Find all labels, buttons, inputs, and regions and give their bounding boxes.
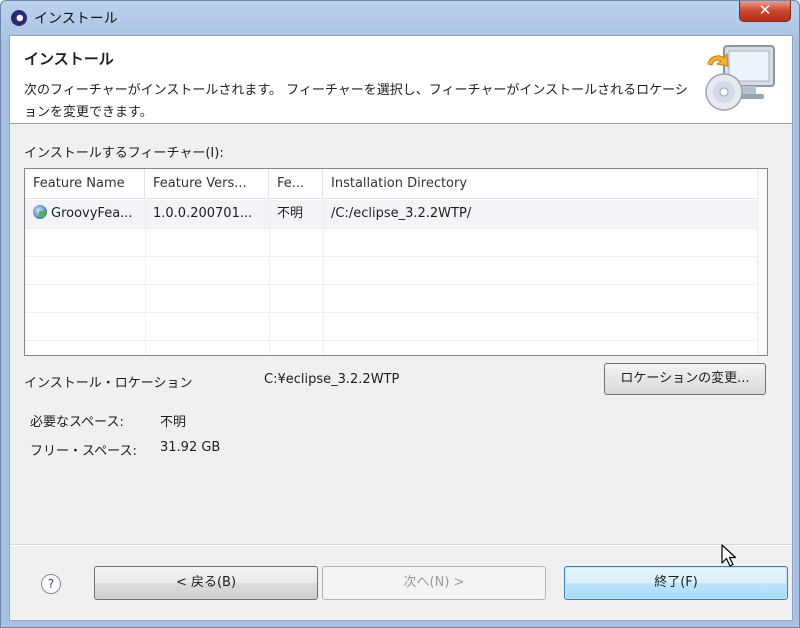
features-table[interactable]: Feature Name Feature Vers... Fe... Insta… — [24, 168, 768, 356]
grid-line — [323, 199, 324, 355]
mouse-cursor-icon — [721, 544, 737, 567]
finish-button[interactable]: 終了(F) — [564, 566, 788, 600]
install-disc-monitor-icon — [705, 45, 775, 111]
change-location-button[interactable]: ロケーションの変更... — [604, 363, 766, 395]
column-header-feature-version[interactable]: Feature Vers... — [145, 169, 269, 199]
grid-line — [25, 228, 767, 229]
banner-title: インストール — [24, 50, 114, 68]
table-scrollbar[interactable] — [757, 169, 767, 355]
table-header: Feature Name Feature Vers... Fe... Insta… — [25, 169, 767, 199]
grid-line — [25, 256, 767, 257]
column-header-feature-name[interactable]: Feature Name — [25, 169, 145, 199]
title-bar[interactable]: インストール ✕ — [1, 1, 800, 35]
required-space-label: 必要なスペース: — [30, 415, 124, 430]
banner-description: 次のフィーチャーがインストールされます。 フィーチャーを選択し、フィーチャーがイ… — [24, 83, 688, 120]
eclipse-icon — [11, 10, 27, 26]
footer-separator — [10, 544, 792, 546]
next-button[interactable]: 次へ(N) > — [322, 566, 546, 600]
close-button[interactable]: ✕ — [739, 1, 791, 22]
window-title: インストール — [34, 11, 118, 27]
wizard-banner: インストール 次のフィーチャーがインストールされます。 フィーチャーを選択し、フ… — [10, 36, 792, 124]
grid-line — [25, 284, 767, 285]
column-header-installation-directory[interactable]: Installation Directory — [323, 169, 767, 199]
grid-line — [145, 199, 146, 355]
dialog-body: インストール 次のフィーチャーがインストールされます。 フィーチャーを選択し、フ… — [9, 35, 793, 621]
grid-line — [25, 312, 767, 313]
installation-directory-cell: /C:/eclipse_3.2.2WTP/ — [331, 206, 472, 221]
feature-name-cell: GroovyFea... — [25, 200, 145, 228]
dialog-window: インストール ✕ インストール 次のフィーチャーがインストールされます。 フィー… — [0, 0, 800, 628]
install-location-label: インストール・ロケーション — [24, 376, 193, 391]
required-space-value: 不明 — [160, 415, 187, 430]
grid-line — [25, 340, 767, 341]
install-location-value: C:¥eclipse_3.2.2WTP — [264, 372, 400, 387]
free-space-value: 31.92 GB — [160, 440, 221, 455]
free-space-label: フリー・スペース: — [30, 444, 137, 459]
feature-name: GroovyFea... — [51, 206, 133, 221]
back-button[interactable]: < 戻る(B) — [94, 566, 318, 600]
table-row[interactable]: GroovyFea... 1.0.0.200701... 不明 /C:/ecli… — [25, 200, 767, 228]
column-header-fe[interactable]: Fe... — [269, 169, 323, 199]
feature-icon — [33, 205, 47, 219]
feature-version-cell: 1.0.0.200701... — [153, 206, 253, 221]
features-label: インストールするフィーチャー(I): — [24, 146, 224, 161]
grid-line — [269, 199, 270, 355]
feature-fe-cell: 不明 — [277, 206, 304, 221]
help-icon[interactable]: ? — [41, 574, 61, 594]
